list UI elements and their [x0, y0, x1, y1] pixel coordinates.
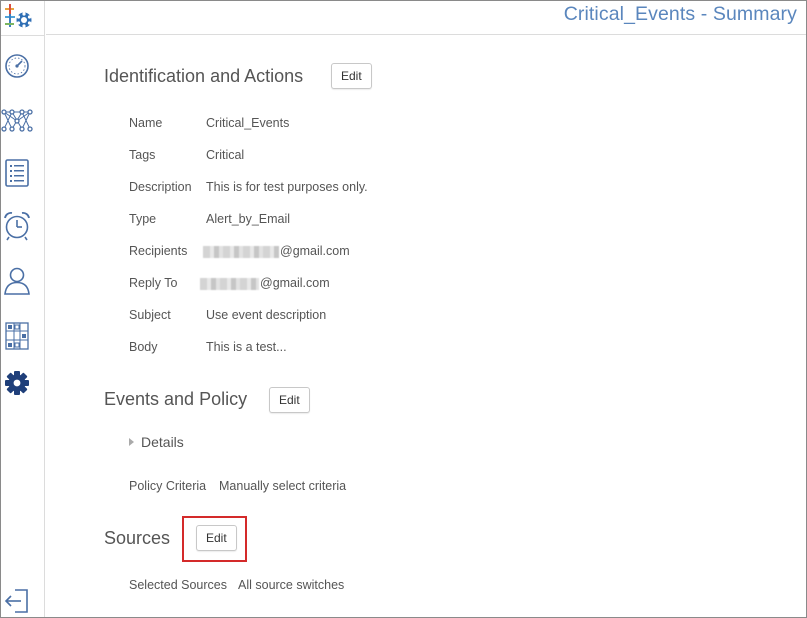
header: Critical_Events - Summary: [46, 1, 806, 35]
field-value-selected-sources: All source switches: [238, 578, 345, 592]
sidebar-item-alarms[interactable]: [1, 209, 33, 243]
window-frame: [0, 0, 807, 618]
page-title: Critical_Events - Summary: [563, 3, 797, 25]
sidebar: [1, 1, 45, 617]
field-label-subject: Subject: [129, 308, 171, 322]
switch-panel-icon: [5, 322, 29, 350]
field-label-reply-to: Reply To: [129, 276, 178, 290]
field-value-reply-to: @gmail.com: [200, 276, 330, 290]
field-label-type: Type: [129, 212, 157, 226]
logout-button[interactable]: [1, 584, 33, 618]
edit-events-policy-button[interactable]: Edit: [269, 387, 310, 413]
field-label-name: Name: [129, 116, 163, 130]
details-toggle[interactable]: Details: [129, 434, 184, 450]
field-value-type: Alert_by_Email: [206, 212, 291, 226]
email-domain: @gmail.com: [280, 244, 350, 258]
section-title-identification: Identification and Actions: [104, 66, 304, 86]
list-icon: [5, 159, 29, 187]
sidebar-item-users[interactable]: [1, 264, 33, 298]
dashboard-gauge-icon: [5, 54, 29, 78]
redacted-email-user: [203, 245, 279, 258]
field-label-recipients: Recipients: [129, 244, 188, 258]
field-value-subject: Use event description: [206, 308, 327, 322]
field-label-policy-criteria: Policy Criteria: [129, 479, 207, 493]
gear-icon: [5, 371, 29, 395]
alarm-clock-icon: [4, 212, 30, 241]
sidebar-item-dashboard[interactable]: [1, 49, 33, 83]
details-label: Details: [141, 434, 184, 450]
field-value-description: This is for test purposes only.: [206, 180, 368, 194]
email-domain: @gmail.com: [260, 276, 330, 290]
section-title-events-policy: Events and Policy: [104, 389, 248, 409]
sidebar-divider: [1, 35, 45, 36]
section-title-sources: Sources: [104, 528, 171, 548]
edit-sources-button[interactable]: Edit: [196, 525, 237, 551]
field-label-selected-sources: Selected Sources: [129, 578, 227, 592]
field-label-tags: Tags: [129, 148, 156, 162]
field-label-description: Description: [129, 180, 192, 194]
caret-right-icon: [129, 438, 134, 446]
sidebar-item-list[interactable]: [1, 156, 33, 190]
user-icon: [4, 267, 30, 295]
edit-identification-button[interactable]: Edit: [331, 63, 372, 89]
redacted-email-user: [200, 277, 259, 290]
field-label-body: Body: [129, 340, 158, 354]
network-topology-icon: [1, 109, 33, 132]
field-value-body: This is a test...: [206, 340, 287, 354]
field-value-policy-criteria: Manually select criteria: [219, 479, 347, 493]
sidebar-item-switches[interactable]: [1, 319, 33, 353]
logout-icon: [4, 589, 28, 613]
field-value-name: Critical_Events: [206, 116, 290, 130]
field-value-tags: Critical: [206, 148, 245, 162]
sidebar-item-topology[interactable]: [1, 104, 33, 138]
sidebar-item-settings[interactable]: [1, 366, 33, 400]
app-logo-icon[interactable]: [3, 3, 37, 33]
field-value-recipients: @gmail.com: [203, 244, 350, 258]
